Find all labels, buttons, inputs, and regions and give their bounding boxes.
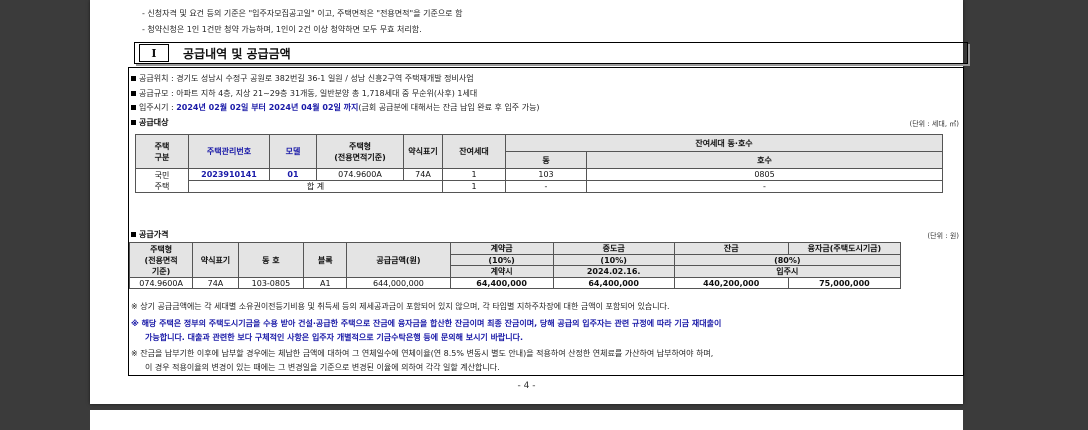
- table-row: 합 계 1 - -: [136, 180, 943, 193]
- target-unit: (단위 : 세대, ㎡): [909, 120, 959, 128]
- cell-ho: 0805: [586, 168, 943, 181]
- th-short: 약식표기: [403, 134, 443, 169]
- th-short: 약식표기: [192, 242, 239, 278]
- price-unit: (단위 : 원): [927, 232, 959, 240]
- th-remaining: 잔여세대: [442, 134, 506, 169]
- cell-balance: 440,200,000: [673, 277, 789, 289]
- bullet-square-icon: [131, 91, 136, 96]
- note-criteria: - 신청자격 및 요건 등의 기준은 "입주자모집공고일" 이고, 주택면적은 …: [142, 9, 463, 18]
- th-amount: 공급금액(원): [346, 242, 451, 278]
- bullet-square-icon: [131, 105, 136, 110]
- next-page: [90, 410, 963, 430]
- footnote-fund-2: 가능합니다. 대출과 관련한 보다 구체적인 사항은 입주자 개별적으로 기금수…: [145, 333, 524, 342]
- th-mgmt-no: 주택관리번호: [188, 134, 270, 169]
- cell-remaining: 1: [442, 168, 506, 181]
- cell-total-dong: -: [505, 180, 587, 193]
- section-title: 공급내역 및 공급금액: [183, 46, 291, 61]
- cell-dongho: 103-0805: [237, 277, 305, 289]
- info-location: 공급위치 : 경기도 성남시 수정구 공원로 382번길 36-1 일원 / 성…: [131, 73, 474, 84]
- bullet-square-icon: [131, 232, 136, 237]
- table-row: 074.9600A 74A 103-0805 A1 644,000,000 64…: [128, 277, 902, 289]
- bullet-square-icon: [131, 76, 136, 81]
- document-page: - 신청자격 및 요건 등의 기준은 "입주자모집공고일" 이고, 주택면적은 …: [90, 0, 968, 404]
- footnote-fund-1: ※ 해당 주택은 정부의 주택도시기금을 수용 받아 건설·공급한 주택으로 잔…: [131, 319, 722, 328]
- footnote-tax: ※ 상기 공급금액에는 각 세대별 소유권이전등기비용 및 취득세 등의 제세공…: [131, 302, 670, 311]
- footnote-late-1: ※ 잔금을 납부기한 이후에 납부할 경우에는 체납한 금액에 대하여 그 연체…: [131, 349, 714, 358]
- th-remaining-group: 잔여세대 동·호수: [505, 134, 943, 152]
- cell-area: 074.9600A: [316, 168, 404, 181]
- th-area: 주택형 (전용면적 기준): [128, 242, 194, 278]
- info-scale: 공급규모 : 아파트 지하 4층, 지상 21~29층 31개동, 일반분양 총…: [131, 88, 477, 99]
- cell-dong: 103: [505, 168, 587, 181]
- cell-deposit: 64,400,000: [449, 277, 554, 289]
- bullet-square-icon: [131, 120, 136, 125]
- cell-total-label: 합 계: [188, 180, 443, 193]
- th-deposit-when: 계약시: [449, 265, 554, 278]
- cell-short: 74A: [403, 168, 443, 181]
- supply-price-table: 주택형 (전용면적 기준) 약식표기 동 호 블록 공급금액(원) 계약금 중도…: [128, 242, 902, 289]
- th-dong: 동: [505, 151, 587, 169]
- th-middle-pct: (10%): [552, 254, 675, 266]
- footnote-late-2: 이 경우 적용이율의 변경이 있는 때에는 그 변경일을 기준으로 변경된 이율…: [145, 363, 500, 372]
- cell-total-remaining: 1: [442, 180, 506, 193]
- table-row: 국민 주택 2023910141 01 074.9600A 74A 1 103 …: [135, 168, 943, 193]
- th-balance-when: 입주시: [673, 265, 902, 278]
- th-house-type: 주택 구분: [135, 134, 189, 169]
- cell-middle: 64,400,000: [552, 277, 675, 289]
- th-middle-when: 2024.02.16.: [552, 265, 675, 278]
- th-deposit-pct: (10%): [449, 254, 554, 266]
- cell-total-ho: -: [586, 180, 943, 193]
- th-middle: 중도금: [552, 242, 675, 255]
- cell-amount: 644,000,000: [346, 277, 451, 289]
- cell-house-type: 국민 주택: [135, 168, 189, 193]
- th-area: 주택형 (전용면적기준): [316, 134, 404, 169]
- page-number: - 4 -: [517, 381, 536, 391]
- th-dongho: 동 호: [237, 242, 305, 278]
- th-loan: 융자금(주택도시기금): [787, 242, 902, 255]
- cell-mgmt-no: 2023910141: [188, 168, 270, 181]
- cell-area: 074.9600A: [128, 277, 194, 289]
- th-ho: 호수: [586, 151, 943, 169]
- info-move-in: 입주시기 : 2024년 02월 02일 부터 2024년 04월 02일 까지…: [131, 102, 540, 113]
- price-heading: 공급가격: [131, 229, 168, 240]
- cell-model: 01: [269, 168, 317, 181]
- cell-short: 74A: [192, 277, 239, 289]
- supply-target-table: 주택 구분 주택관리번호 모델 주택형 (전용면적기준) 약식표기 잔여세대 잔…: [135, 134, 943, 193]
- section-number: I: [139, 44, 169, 62]
- th-deposit: 계약금: [449, 242, 554, 255]
- th-balance: 잔금: [673, 242, 789, 255]
- th-model: 모델: [269, 134, 317, 169]
- cell-loan: 75,000,000: [787, 277, 902, 289]
- th-balance-pct: (80%): [673, 254, 902, 266]
- cell-block: A1: [303, 277, 348, 289]
- note-one-application: - 청약신청은 1인 1건만 청약 가능하며, 1인이 2건 이상 청약하면 모…: [142, 25, 422, 34]
- supply-content-box: 공급위치 : 경기도 성남시 수정구 공원로 382번길 36-1 일원 / 성…: [128, 67, 964, 376]
- target-heading: 공급대상: [131, 117, 168, 128]
- th-block: 블록: [303, 242, 348, 278]
- section-heading: I 공급내역 및 공급금액: [134, 42, 968, 64]
